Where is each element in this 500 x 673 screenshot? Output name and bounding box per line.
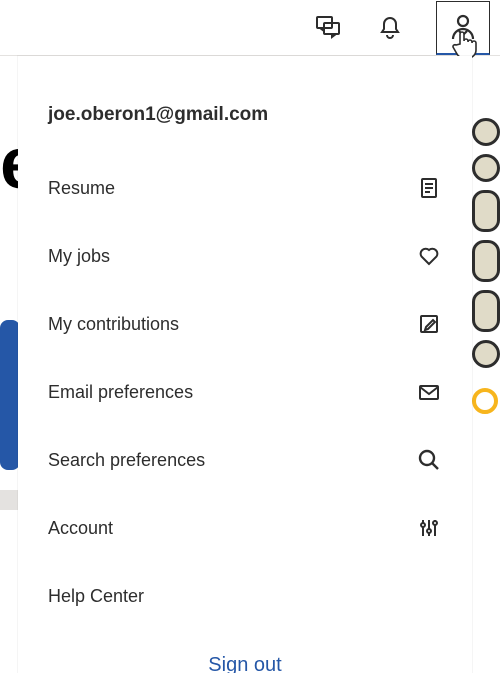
heart-icon (416, 243, 442, 269)
profile-dropdown: joe.oberon1@gmail.com Resume My jobs (18, 56, 472, 673)
user-email: joe.oberon1@gmail.com (18, 56, 472, 154)
profile-button[interactable] (436, 1, 490, 55)
menu-item-label: Help Center (48, 586, 144, 607)
search-icon (416, 447, 442, 473)
envelope-icon (416, 379, 442, 405)
menu-resume[interactable]: Resume (18, 154, 472, 222)
bg-decor-illustration (472, 118, 500, 428)
menu-item-label: Email preferences (48, 382, 193, 403)
menu-item-label: My jobs (48, 246, 110, 267)
menu-account[interactable]: Account (18, 494, 472, 562)
document-icon (416, 175, 442, 201)
menu-email-preferences[interactable]: Email preferences (18, 358, 472, 426)
notifications-button[interactable] (368, 6, 412, 50)
menu-search-preferences[interactable]: Search preferences (18, 426, 472, 494)
menu-my-contributions[interactable]: My contributions (18, 290, 472, 358)
edit-icon (416, 311, 442, 337)
menu-help-center[interactable]: Help Center (18, 562, 472, 630)
bg-decor-blue (0, 320, 20, 470)
menu-item-label: Account (48, 518, 113, 539)
bell-icon (377, 15, 403, 41)
menu-item-label: Resume (48, 178, 115, 199)
sliders-icon (416, 515, 442, 541)
profile-icon (448, 12, 478, 42)
messages-button[interactable] (306, 6, 350, 50)
no-icon (416, 583, 442, 609)
menu-my-jobs[interactable]: My jobs (18, 222, 472, 290)
sign-out-link[interactable]: Sign out (18, 630, 472, 673)
messages-icon (314, 14, 342, 42)
menu-item-label: My contributions (48, 314, 179, 335)
menu-item-label: Search preferences (48, 450, 205, 471)
topbar (0, 0, 500, 56)
